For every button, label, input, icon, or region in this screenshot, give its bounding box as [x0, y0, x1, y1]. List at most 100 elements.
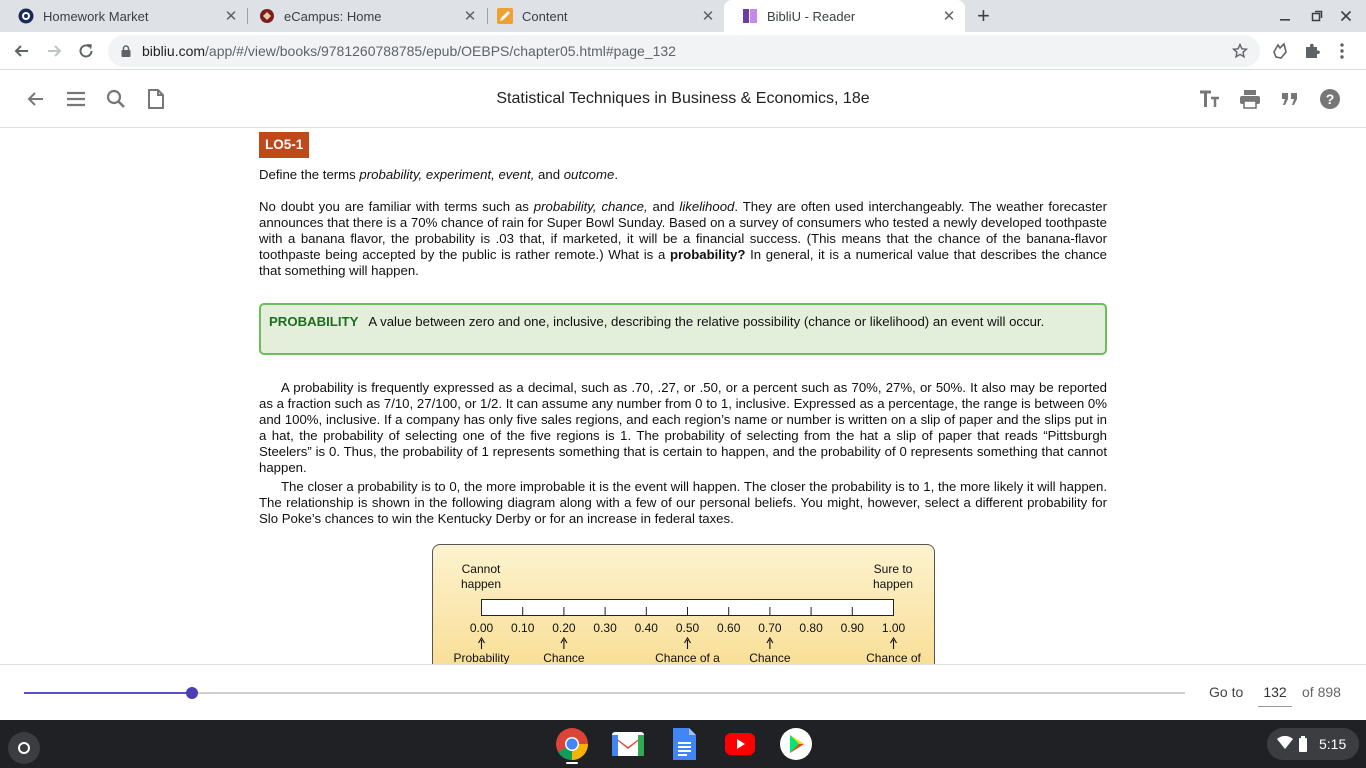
- go-to-label: Go to: [1209, 684, 1244, 700]
- scale-arrow: [478, 636, 485, 649]
- system-tray[interactable]: 5:15: [1267, 728, 1359, 760]
- scale-tick-label: 0.20: [552, 621, 576, 635]
- extensions-puzzle-icon[interactable]: [1303, 42, 1321, 60]
- bookmark-star-icon[interactable]: [1232, 43, 1248, 59]
- close-window-icon[interactable]: [1339, 9, 1353, 23]
- tab-label: Content: [522, 8, 568, 24]
- objective-and: and: [534, 167, 564, 182]
- text-size-icon[interactable]: [1199, 88, 1221, 110]
- scale-tick-label: 0.80: [799, 621, 823, 635]
- scale-tick-label: 0.50: [676, 621, 700, 635]
- scale-arrow: [560, 636, 568, 649]
- definition-text: A value between zero and one, inclusive,…: [368, 314, 1045, 329]
- scale-tick-label: 0.70: [758, 621, 782, 635]
- paragraph-closer-probability: The closer a probability is to 0, the mo…: [259, 479, 1107, 526]
- url-domain: bibliu.com: [142, 43, 206, 59]
- homework-market-favicon: [18, 8, 34, 24]
- book-title: Statistical Techniques in Business & Eco…: [496, 90, 870, 107]
- close-tab-icon[interactable]: ✕: [698, 7, 718, 25]
- page-progress-track[interactable]: [24, 687, 1185, 699]
- scale-arrow-label: Chance of: [866, 651, 921, 664]
- tab-homework-market[interactable]: Homework Market ✕: [0, 0, 247, 32]
- tab-ecampus[interactable]: eCampus: Home ✕: [241, 0, 486, 32]
- close-tab-icon[interactable]: ✕: [221, 7, 241, 25]
- reading-hand-icon[interactable]: [1271, 42, 1289, 60]
- scale-arrow: [684, 636, 691, 649]
- url-path: /app/#/view/books/9781260788785/epub/OEB…: [205, 43, 676, 59]
- paragraph-intro: No doubt you are familiar with terms suc…: [259, 199, 1107, 279]
- lock-icon[interactable]: [121, 45, 131, 57]
- wifi-icon: [1277, 736, 1293, 749]
- scale-arrow: [890, 636, 897, 649]
- tab-strip: Homework Market ✕ eCampus: Home ✕ Conten…: [0, 0, 1366, 32]
- new-tab-plus-icon[interactable]: +: [977, 5, 997, 27]
- scale-arrow-label: Chance: [749, 651, 791, 664]
- scale-arrow-label: Chance of a: [655, 651, 720, 664]
- forward-arrow-icon[interactable]: [44, 41, 64, 61]
- objective-last-term: outcome: [563, 167, 615, 182]
- tab-content[interactable]: Content ✕: [479, 0, 724, 32]
- tab-label: eCampus: Home: [284, 8, 382, 24]
- paragraph-probability-expression: A probability is frequently expressed as…: [259, 380, 1107, 475]
- youtube-icon[interactable]: [724, 730, 756, 758]
- os-shelf: 5:15: [0, 720, 1366, 768]
- reader-footer: Go to 132 of 898: [0, 664, 1366, 720]
- scale-arrow: [766, 636, 774, 649]
- bibliu-favicon: [743, 9, 757, 23]
- scale-arrow-label: Chance: [543, 651, 585, 664]
- scale-tick-label: 0.30: [593, 621, 617, 635]
- scale-tick-label: 0.60: [717, 621, 741, 635]
- definition-box: PROBABILITY A value between zero and one,…: [259, 303, 1107, 355]
- scale-tick-label: 0.90: [841, 621, 865, 635]
- print-icon[interactable]: [1239, 88, 1261, 110]
- book-page-content: LO5-1 Define the terms probability, expe…: [0, 129, 1366, 664]
- clock-time: 5:15: [1319, 736, 1347, 752]
- address-bar[interactable]: bibliu.com/app/#/view/books/978126078878…: [108, 35, 1260, 67]
- scale-arrow-label: Probability: [453, 651, 509, 664]
- p1-bold-term: probability?: [669, 247, 746, 262]
- page-progress-handle[interactable]: [186, 687, 199, 699]
- scale-tick-label: 0.00: [470, 621, 494, 635]
- definition-term: PROBABILITY: [269, 314, 359, 329]
- page-number-input[interactable]: 132: [1258, 677, 1292, 707]
- docs-icon[interactable]: [671, 727, 697, 761]
- objective-prefix: Define the terms: [259, 167, 360, 182]
- browser-menu-kebab-icon[interactable]: [1336, 42, 1348, 60]
- battery-icon: [1299, 736, 1307, 752]
- help-icon[interactable]: ?: [1319, 88, 1341, 110]
- gmail-icon[interactable]: [611, 729, 645, 759]
- reload-icon[interactable]: [76, 41, 96, 61]
- restore-icon[interactable]: [1310, 9, 1324, 23]
- learning-objective-text: Define the terms probability, experiment…: [259, 167, 1107, 183]
- reader-header: Statistical Techniques in Business & Eco…: [0, 70, 1366, 128]
- ecampus-favicon: [260, 9, 274, 23]
- objective-terms: probability, experiment, event,: [359, 167, 535, 182]
- svg-text:?: ?: [1326, 91, 1335, 107]
- p1-italic: probability, chance,: [533, 199, 648, 214]
- total-pages-label: of 898: [1302, 684, 1341, 700]
- launcher-circle-icon: [18, 742, 30, 754]
- play-store-icon[interactable]: [779, 727, 813, 761]
- learning-objective-badge: LO5-1: [259, 132, 310, 158]
- citation-quote-icon[interactable]: [1279, 88, 1301, 110]
- chrome-icon[interactable]: [555, 727, 589, 761]
- scale-tick-label: 1.00: [882, 621, 906, 635]
- tab-label: BibliU - Reader: [767, 8, 856, 24]
- back-arrow-icon[interactable]: [12, 41, 32, 61]
- pencil-favicon: [497, 8, 513, 24]
- objective-end: .: [614, 167, 618, 182]
- url-text: bibliu.com/app/#/view/books/978126078878…: [142, 35, 676, 67]
- scale-tick-label: 0.40: [635, 621, 659, 635]
- launcher-button[interactable]: [8, 732, 40, 764]
- tab-bibliu-reader[interactable]: BibliU - Reader ✕: [724, 0, 965, 32]
- probability-scale: 0.00 0.10 0.20 0.30 0.40 0.50 0.60 0.70 0.80 0.90…: [453, 599, 922, 664]
- page-progress-fill: [24, 692, 193, 694]
- tab-label: Homework Market: [43, 8, 149, 24]
- close-tab-icon[interactable]: ✕: [460, 7, 480, 25]
- p1-italic-2: likelihood: [679, 199, 735, 214]
- minimize-icon[interactable]: [1278, 9, 1292, 23]
- p1-text-a: No doubt you are familiar with terms suc…: [259, 199, 534, 214]
- probability-scale-diagram: Cannot happen Sure to happen 0.00 0.10 0.20 0…: [432, 544, 935, 664]
- close-tab-icon[interactable]: ✕: [939, 7, 959, 25]
- scale-tick-label: 0.10: [511, 621, 535, 635]
